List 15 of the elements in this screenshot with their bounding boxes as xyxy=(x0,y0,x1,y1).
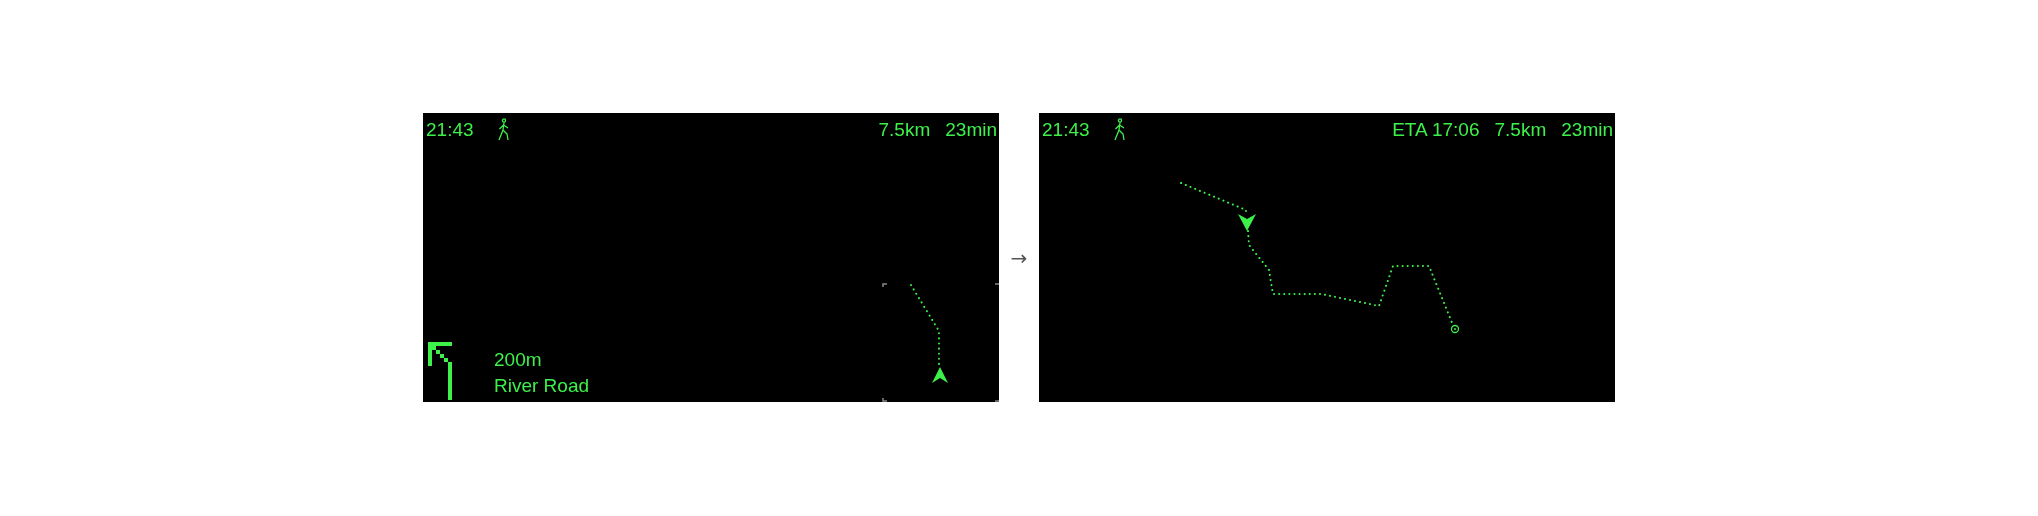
walking-person-icon xyxy=(1111,118,1128,142)
trip-stat: 23min xyxy=(1561,119,1613,141)
position-arrow-icon xyxy=(1238,214,1256,231)
position-arrow-icon xyxy=(932,367,948,383)
walking-person-icon xyxy=(495,118,512,142)
clock-time: 21:43 xyxy=(1042,119,1090,141)
trip-stat: ETA 17:06 xyxy=(1392,119,1480,141)
transition-arrow: → xyxy=(1010,245,1028,270)
trip-stat: 23min xyxy=(945,119,997,141)
clock-time: 21:43 xyxy=(426,119,474,141)
street-name: River Road xyxy=(494,375,590,397)
trip-stat: 7.5km xyxy=(878,119,931,141)
trip-stat: 7.5km xyxy=(1494,119,1547,141)
destination-icon xyxy=(1450,324,1460,334)
turn-distance: 200m xyxy=(494,349,543,371)
